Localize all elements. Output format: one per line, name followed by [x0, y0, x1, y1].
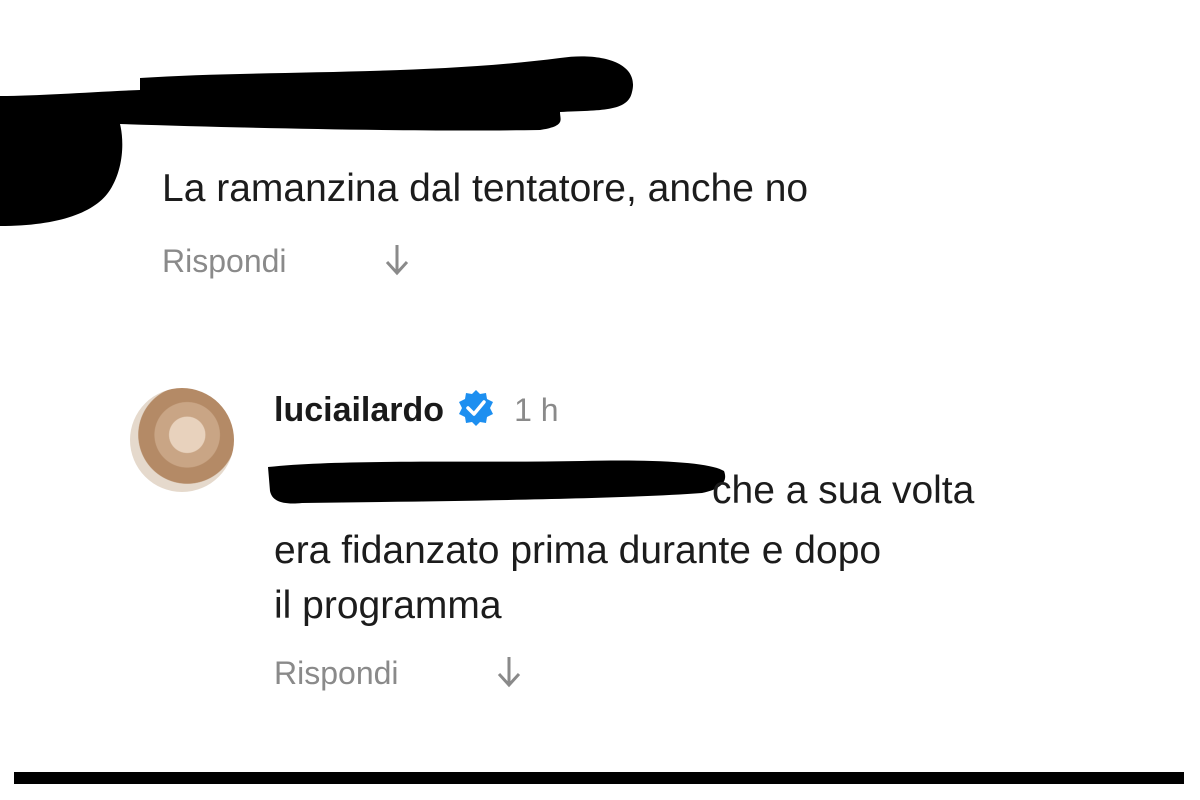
comment-text-line-3: il programma	[274, 584, 502, 627]
username[interactable]: luciailardo	[274, 391, 444, 430]
verified-badge-icon	[456, 388, 496, 433]
comment-text-line-2: era fidanzato prima durante e dopo	[274, 529, 882, 572]
comment-actions: Rispondi	[162, 242, 411, 281]
arrow-down-icon[interactable]	[495, 654, 523, 693]
comment-text-line-1: che a sua volta	[712, 469, 975, 512]
comment-header: luciailardo 1 h	[274, 388, 559, 433]
timestamp: 1 h	[514, 392, 559, 428]
avatar[interactable]	[130, 388, 234, 492]
arrow-down-icon[interactable]	[383, 242, 411, 281]
redaction-scribble-mention	[262, 455, 732, 525]
reply-button[interactable]: Rispondi	[162, 243, 287, 280]
reply-button[interactable]: Rispondi	[274, 655, 399, 692]
comment-actions: Rispondi	[274, 654, 523, 693]
divider	[14, 772, 1184, 784]
comment-text: La ramanzina dal tentatore, anche no	[162, 167, 809, 210]
